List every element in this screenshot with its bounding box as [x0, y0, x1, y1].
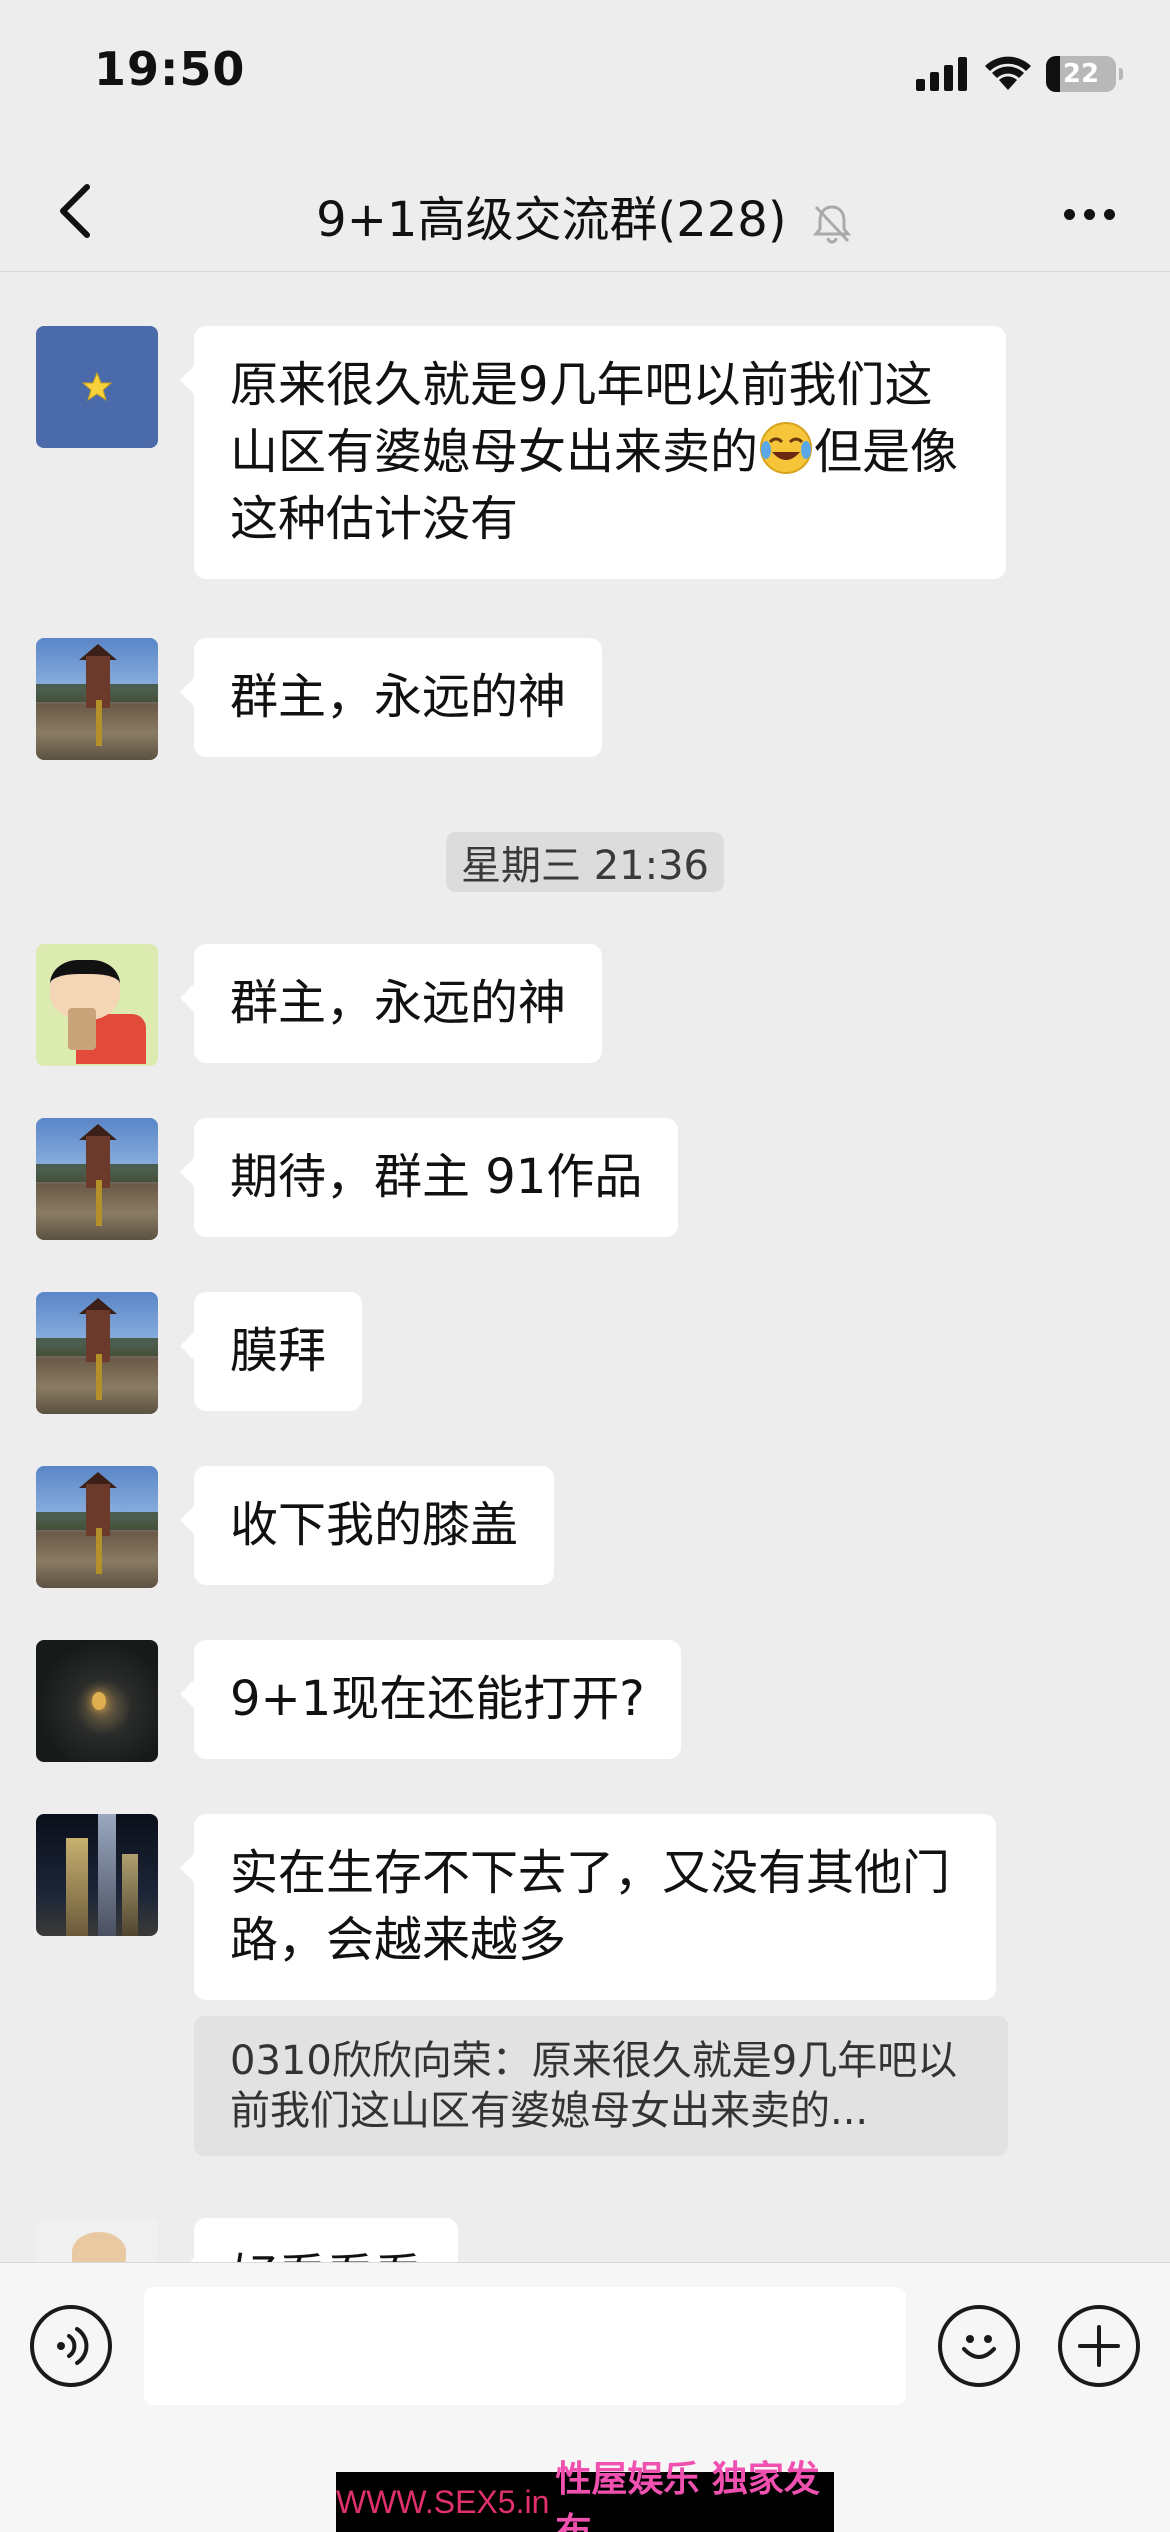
message-row: 收下我的膝盖	[36, 1466, 555, 1588]
message-row: 9+1现在还能打开?	[36, 1640, 681, 1762]
message-row: 群主，永远的神	[36, 638, 603, 760]
message-input[interactable]	[144, 2287, 906, 2405]
wifi-icon	[985, 56, 1031, 90]
message-row: 膜拜	[36, 1292, 363, 1414]
watermark-banner: WWW.SEX5.in 性屋娱乐 独家发布	[336, 2459, 834, 2532]
avatar[interactable]	[36, 1814, 158, 1936]
emoji-button[interactable]	[938, 2305, 1020, 2387]
battery-icon: 22	[1046, 56, 1123, 92]
message-bubble[interactable]: 原来很久就是9几年吧以前我们这山区有婆媳母女出来卖的 但是像这种估计没有	[180, 326, 1006, 579]
status-bar: 19:50 22	[0, 0, 1170, 150]
nav-bar: 9+1高级交流群(228)	[0, 150, 1170, 272]
timestamp: 星期三 21:36	[446, 832, 724, 892]
message-row: 期待，群主 91作品	[36, 1118, 679, 1240]
plus-button[interactable]	[1058, 2305, 1140, 2387]
message-text: 期待，群主 91作品	[230, 1149, 643, 1205]
message-text: 群主，永远的神	[230, 975, 567, 1031]
plus-icon	[1078, 2325, 1120, 2367]
avatar[interactable]	[36, 1640, 158, 1762]
avatar[interactable]	[36, 944, 158, 1066]
message-text: 群主，永远的神	[230, 669, 567, 725]
tears-of-joy-emoji-icon	[760, 422, 813, 474]
signal-icon	[916, 57, 967, 91]
star-icon	[82, 372, 112, 402]
avatar[interactable]	[36, 1292, 158, 1414]
message-row: 原来很久就是9几年吧以前我们这山区有婆媳母女出来卖的 但是像这种估计没有	[36, 326, 1006, 579]
quoted-message[interactable]: 0310欣欣向荣：原来很久就是9几年吧以前我们这山区有婆媳母女出来卖的...	[194, 2016, 1008, 2156]
message-bubble[interactable]: 收下我的膝盖	[179, 1466, 555, 1585]
message-bubble[interactable]: 期待，群主 91作品	[179, 1118, 679, 1237]
message-bubble[interactable]: 好看看看	[179, 2218, 459, 2262]
message-text: 好看看看	[230, 2249, 422, 2262]
message-text: 实在生存不下去了，又没有其他门路，会越来越多	[230, 1845, 951, 1968]
chat-screen: 19:50 22 9+1高级交流群(228) 原来很久就是9几年吧以前我们这山区…	[0, 0, 1170, 2532]
chat-title: 9+1高级交流群(228)	[316, 192, 787, 248]
mute-bell-icon	[812, 205, 851, 244]
watermark-tag: 性屋娱乐 独家发布	[555, 2459, 820, 2532]
message-bubble[interactable]: 膜拜	[179, 1292, 363, 1411]
voice-button[interactable]	[30, 2305, 112, 2387]
message-row: 好看看看	[36, 2218, 459, 2262]
message-bubble[interactable]: 群主，永远的神	[179, 944, 603, 1063]
message-list[interactable]: 原来很久就是9几年吧以前我们这山区有婆媳母女出来卖的 但是像这种估计没有 群主，永…	[0, 272, 1170, 2262]
avatar[interactable]	[36, 326, 158, 448]
avatar[interactable]	[36, 638, 158, 760]
avatar[interactable]	[36, 1466, 158, 1588]
avatar[interactable]	[36, 1118, 158, 1240]
status-time: 19:50	[94, 42, 246, 96]
more-button[interactable]	[1054, 184, 1124, 244]
message-text: 9+1现在还能打开?	[230, 1671, 645, 1727]
battery-level: 22	[1062, 59, 1100, 89]
message-row: 群主，永远的神	[36, 944, 603, 1066]
emoji-icon	[962, 2335, 996, 2359]
message-bubble[interactable]: 9+1现在还能打开?	[180, 1640, 681, 1759]
message-bubble[interactable]: 群主，永远的神	[179, 638, 603, 757]
message-row: 实在生存不下去了，又没有其他门路，会越来越多	[36, 1814, 996, 2000]
avatar[interactable]	[36, 2218, 158, 2262]
status-icons: 22	[916, 52, 1123, 96]
message-text: 膜拜	[230, 1323, 327, 1379]
more-dots-icon	[1063, 208, 1075, 220]
voice-icon	[57, 2327, 89, 2365]
message-text: 收下我的膝盖	[230, 1497, 519, 1553]
watermark-url: WWW.SEX5.in	[336, 2483, 550, 2520]
chat-title-area[interactable]: 9+1高级交流群(228)	[0, 180, 1170, 250]
message-bubble[interactable]: 实在生存不下去了，又没有其他门路，会越来越多	[180, 1814, 996, 2000]
